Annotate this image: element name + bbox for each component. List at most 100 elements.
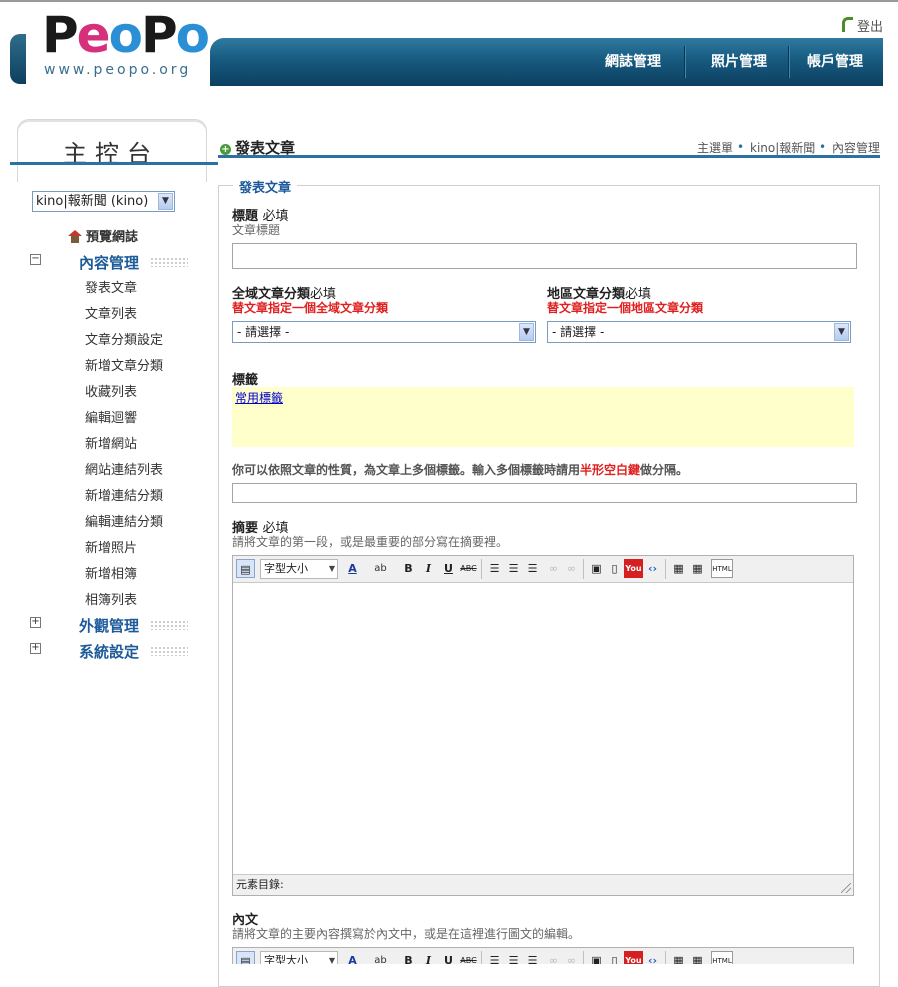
- expand-toggle[interactable]: +: [30, 617, 41, 628]
- logout-icon: [842, 17, 853, 32]
- main-nav: 網誌管理 照片管理 帳戶管理: [210, 38, 883, 86]
- menu-new-post[interactable]: 發表文章: [85, 277, 137, 296]
- dotted-decoration: [150, 620, 188, 630]
- menu-category-settings[interactable]: 文章分類設定: [85, 329, 163, 348]
- global-category-select[interactable]: - 請選擇 - ▼: [232, 321, 536, 343]
- region-category-select[interactable]: - 請選擇 - ▼: [547, 321, 851, 343]
- tags-panel: [232, 387, 854, 447]
- youtube-icon[interactable]: You: [624, 951, 643, 964]
- menu-add-album[interactable]: 新增相簿: [85, 563, 137, 582]
- resize-handle[interactable]: [841, 883, 851, 893]
- underline-icon[interactable]: U: [439, 951, 458, 964]
- font-color-icon[interactable]: A: [343, 951, 362, 964]
- menu-site-links[interactable]: 網站連結列表: [85, 459, 163, 478]
- menu-add-category[interactable]: 新增文章分類: [85, 355, 163, 374]
- section-appearance[interactable]: 外觀管理: [79, 615, 139, 636]
- code-icon[interactable]: ‹›: [643, 951, 662, 964]
- editor-statusbar: 元素目錄:: [233, 874, 853, 895]
- common-tags-link[interactable]: 常用標籤: [235, 389, 283, 406]
- html-icon[interactable]: HTML: [711, 559, 733, 578]
- media-icon[interactable]: ▯: [605, 951, 624, 964]
- highlight-icon[interactable]: ab: [371, 559, 390, 578]
- align-left-icon[interactable]: ☰: [485, 559, 504, 578]
- breadcrumb-separator: •: [737, 140, 745, 154]
- menu-post-list[interactable]: 文章列表: [85, 303, 137, 322]
- menu-add-site[interactable]: 新增網站: [85, 433, 137, 452]
- unlink-icon[interactable]: ∞: [562, 559, 581, 578]
- menu-edit-comments[interactable]: 編輯迴響: [85, 407, 137, 426]
- region-category-hint: 替文章指定一個地區文章分類: [547, 301, 704, 315]
- source-icon[interactable]: ▤: [236, 951, 255, 964]
- dotted-decoration: [150, 646, 188, 656]
- body-editor: ▤ 字型大小 ▼ A ab B I U ABC ☰ ☰ ☰ ∞ ∞ ▣ ▯ You…: [232, 947, 854, 964]
- breadcrumb-separator: •: [819, 140, 827, 154]
- html-icon[interactable]: HTML: [711, 951, 733, 964]
- link-icon[interactable]: ∞: [544, 951, 563, 964]
- font-color-icon[interactable]: A: [343, 559, 362, 578]
- summary-editor: ▤ 字型大小 ▼ A ab B I U ABC ☰ ☰ ☰ ∞ ∞ ▣ ▯ You…: [232, 555, 854, 896]
- peopo-logo[interactable]: PeoPo www.peopo.org: [42, 10, 212, 100]
- logo-word: PeoPo: [42, 6, 210, 64]
- bold-icon[interactable]: B: [399, 559, 418, 578]
- chevron-down-icon: ▼: [519, 323, 534, 341]
- italic-icon[interactable]: I: [419, 559, 438, 578]
- summary-hint: 請將文章的第一段，或是最重要的部分寫在摘要裡。: [232, 535, 509, 549]
- preview-blog-link[interactable]: 預覽網誌: [68, 226, 138, 245]
- underline-icon[interactable]: U: [439, 559, 458, 578]
- tags-input[interactable]: [232, 483, 857, 503]
- section-content-manage[interactable]: 內容管理: [79, 252, 139, 273]
- tags-label: 標籤: [232, 373, 259, 388]
- menu-edit-link-category[interactable]: 編輯連結分類: [85, 511, 163, 530]
- form-legend: 發表文章: [233, 177, 298, 196]
- collapse-toggle[interactable]: −: [30, 254, 41, 265]
- expand-toggle[interactable]: +: [30, 643, 41, 654]
- sidebar-divider: [10, 162, 218, 165]
- top-border: [0, 0, 898, 2]
- highlight-icon[interactable]: ab: [371, 951, 390, 964]
- align-left-icon[interactable]: ☰: [485, 951, 504, 964]
- align-center-icon[interactable]: ☰: [504, 951, 523, 964]
- strikethrough-icon[interactable]: ABC: [459, 951, 478, 964]
- editor-toolbar: ▤ 字型大小 ▼ A ab B I U ABC ☰ ☰ ☰ ∞ ∞ ▣ ▯ You…: [233, 948, 853, 964]
- bold-icon[interactable]: B: [399, 951, 418, 964]
- font-size-select[interactable]: 字型大小 ▼: [260, 559, 338, 579]
- section-system-settings[interactable]: 系統設定: [79, 641, 139, 662]
- code-icon[interactable]: ‹›: [643, 559, 662, 578]
- nav-blog-manage[interactable]: 網誌管理: [596, 38, 670, 86]
- italic-icon[interactable]: I: [419, 951, 438, 964]
- strikethrough-icon[interactable]: ABC: [459, 559, 478, 578]
- source-icon[interactable]: ▤: [236, 559, 255, 578]
- align-center-icon[interactable]: ☰: [504, 559, 523, 578]
- media-icon[interactable]: ▯: [605, 559, 624, 578]
- blog-select[interactable]: kino|報新聞 (kino) ▼: [32, 191, 175, 212]
- image-icon[interactable]: ▣: [587, 951, 606, 964]
- menu-album-list[interactable]: 相簿列表: [85, 589, 137, 608]
- image-icon[interactable]: ▣: [587, 559, 606, 578]
- menu-favorites[interactable]: 收藏列表: [85, 381, 137, 400]
- paste-text-icon[interactable]: ▦: [669, 951, 688, 964]
- menu-add-photo[interactable]: 新增照片: [85, 537, 137, 556]
- align-right-icon[interactable]: ☰: [523, 951, 542, 964]
- chevron-down-icon: ▼: [834, 323, 849, 341]
- global-category-hint: 替文章指定一個全域文章分類: [232, 301, 389, 315]
- title-input[interactable]: [232, 243, 857, 269]
- breadcrumb-main-menu[interactable]: 主選單: [697, 139, 733, 156]
- paste-text-icon[interactable]: ▦: [669, 559, 688, 578]
- breadcrumb-content-manage[interactable]: 內容管理: [832, 139, 880, 156]
- nav-photo-manage[interactable]: 照片管理: [702, 38, 776, 86]
- youtube-icon[interactable]: You: [624, 559, 643, 578]
- summary-edit-area[interactable]: [233, 583, 853, 874]
- font-size-select[interactable]: 字型大小 ▼: [260, 951, 338, 964]
- unlink-icon[interactable]: ∞: [562, 951, 581, 964]
- link-icon[interactable]: ∞: [544, 559, 563, 578]
- align-right-icon[interactable]: ☰: [523, 559, 542, 578]
- nav-divider: [684, 46, 686, 78]
- logout-link[interactable]: 登出: [842, 16, 883, 35]
- tags-note: 你可以依照文章的性質，為文章上多個標籤。輸入多個標籤時請用半形空白鍵做分隔。: [232, 463, 689, 477]
- menu-add-link-category[interactable]: 新增連結分類: [85, 485, 163, 504]
- breadcrumb-blog[interactable]: kino|報新聞: [750, 139, 815, 156]
- paste-word-icon[interactable]: ▦: [688, 951, 707, 964]
- home-icon: [68, 230, 82, 243]
- nav-account-manage[interactable]: 帳戶管理: [798, 38, 872, 86]
- paste-word-icon[interactable]: ▦: [688, 559, 707, 578]
